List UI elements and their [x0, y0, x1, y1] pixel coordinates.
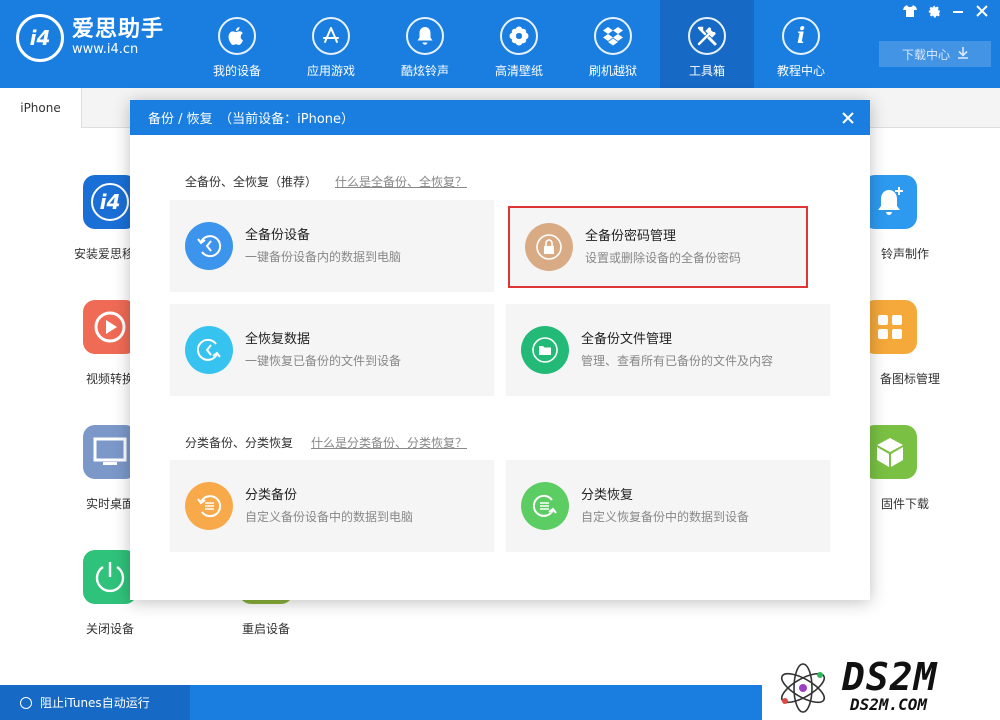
- download-icon: [958, 46, 968, 62]
- flower-icon: [500, 17, 538, 55]
- nav-ringtones[interactable]: 酷炫铃声: [378, 0, 472, 88]
- minimize-icon[interactable]: [950, 3, 966, 19]
- nav-label: 工具箱: [688, 64, 725, 78]
- dialog-close-button[interactable]: [826, 100, 870, 135]
- card-title: 全备份设备: [245, 227, 311, 243]
- nav-label: 刷机越狱: [588, 64, 637, 78]
- nav-label: 酷炫铃声: [400, 64, 449, 78]
- logo-mark-icon: i4: [16, 14, 64, 62]
- watermark-small-text: DS2M.COM: [850, 695, 928, 714]
- watermark: DS2M DS2M.COM: [762, 653, 1000, 720]
- i4-app-icon: i4: [83, 175, 137, 229]
- toggle-circle-icon: [20, 696, 32, 709]
- grid-icon: [863, 300, 917, 354]
- section-category-backup-title: 分类备份、分类恢复: [185, 436, 294, 450]
- nav-label: 应用游戏: [306, 64, 355, 78]
- top-navigation-bar: i4 爱思助手 www.i4.cn 我的设备 应用游戏 酷炫铃声 高清壁纸 刷机…: [0, 0, 1000, 88]
- play-icon: [83, 300, 137, 354]
- app-logo[interactable]: i4 爱思助手 www.i4.cn: [16, 14, 164, 62]
- dialog-title: 备份 / 恢复 （当前设备：iPhone）: [148, 112, 355, 127]
- main-nav: 我的设备 应用游戏 酷炫铃声 高清壁纸 刷机越狱 工具箱 i 教程中心: [190, 0, 848, 88]
- status-label: 阻止iTunes自动运行: [40, 696, 150, 710]
- card-desc: 管理、查看所有已备份的文件及内容: [581, 353, 774, 368]
- nav-wallpapers[interactable]: 高清壁纸: [472, 0, 566, 88]
- info-icon: i: [782, 17, 820, 55]
- card-category-restore[interactable]: 分类恢复 自定义恢复备份中的数据到设备: [506, 460, 830, 552]
- card-desc: 一键恢复已备份的文件到设备: [245, 353, 402, 368]
- section-category-backup-help-link[interactable]: 什么是分类备份、分类恢复？: [311, 434, 467, 451]
- card-title: 全备份密码管理: [585, 228, 677, 244]
- logo-name: 爱思助手: [72, 17, 165, 42]
- card-title: 分类恢复: [581, 487, 634, 503]
- bell-plus-icon: [863, 175, 917, 229]
- card-category-backup[interactable]: 分类备份 自定义备份设备中的数据到电脑: [170, 460, 494, 552]
- backup-restore-dialog: 备份 / 恢复 （当前设备：iPhone） 全备份、全恢复（推荐） 什么是全备份…: [130, 100, 870, 600]
- close-window-icon[interactable]: [974, 3, 990, 19]
- section-full-backup-help-link[interactable]: 什么是全备份、全恢复？: [335, 173, 467, 190]
- dropbox-icon: [594, 17, 632, 55]
- watermark-big-text: DS2M: [842, 655, 938, 699]
- card-desc: 自定义备份设备中的数据到电脑: [245, 509, 414, 524]
- nav-tutorials[interactable]: i 教程中心: [754, 0, 848, 88]
- power-icon: [83, 550, 137, 604]
- nav-my-device[interactable]: 我的设备: [190, 0, 284, 88]
- apple-icon: [218, 17, 256, 55]
- download-center-button[interactable]: 下载中心: [879, 41, 991, 67]
- window-controls: [902, 3, 990, 19]
- logo-url: www.i4.cn: [72, 42, 139, 57]
- tab-iphone[interactable]: iPhone: [0, 88, 82, 128]
- tool-label: 关闭设备: [85, 622, 134, 636]
- bell-icon: [406, 17, 444, 55]
- nav-apps-games[interactable]: 应用游戏: [284, 0, 378, 88]
- card-desc: 一键备份设备内的数据到电脑: [245, 249, 402, 264]
- card-title: 全备份文件管理: [581, 331, 673, 347]
- nav-toolbox[interactable]: 工具箱: [660, 0, 754, 88]
- card-desc: 自定义恢复备份中的数据到设备: [581, 509, 750, 524]
- card-full-restore[interactable]: 全恢复数据 一键恢复已备份的文件到设备: [170, 304, 494, 396]
- category-backup-icon: [185, 482, 233, 530]
- close-icon: [842, 111, 854, 124]
- category-restore-icon: [521, 482, 569, 530]
- card-desc: 设置或删除设备的全备份密码: [585, 250, 742, 265]
- card-full-backup-password[interactable]: 全备份密码管理 设置或删除设备的全备份密码: [508, 206, 808, 288]
- download-label: 下载中心: [901, 47, 950, 62]
- dialog-header: 备份 / 恢复 （当前设备：iPhone）: [130, 100, 870, 135]
- nav-flash-jailbreak[interactable]: 刷机越狱: [566, 0, 660, 88]
- tool-label: 重启设备: [241, 622, 290, 636]
- card-title: 分类备份: [245, 487, 298, 503]
- nav-label: 高清壁纸: [494, 64, 543, 78]
- lock-icon: [525, 223, 573, 271]
- block-itunes-toggle[interactable]: 阻止iTunes自动运行: [0, 685, 190, 720]
- restore-icon: [185, 326, 233, 374]
- tools-icon: [688, 17, 726, 55]
- gear-icon[interactable]: [926, 3, 942, 19]
- card-title: 全恢复数据: [245, 331, 311, 347]
- box-icon: [863, 425, 917, 479]
- nav-label: 教程中心: [776, 64, 825, 78]
- folder-icon: [521, 326, 569, 374]
- skin-icon[interactable]: [902, 3, 918, 19]
- card-full-backup[interactable]: 全备份设备 一键备份设备内的数据到电脑: [170, 200, 494, 292]
- monitor-icon: [83, 425, 137, 479]
- nav-label: 我的设备: [212, 64, 261, 78]
- backup-icon: [185, 222, 233, 270]
- card-full-backup-file-manager[interactable]: 全备份文件管理 管理、查看所有已备份的文件及内容: [506, 304, 830, 396]
- atom-logo-icon: [780, 663, 826, 713]
- section-full-backup-title: 全备份、全恢复（推荐）: [185, 175, 318, 189]
- app-store-icon: [312, 17, 350, 55]
